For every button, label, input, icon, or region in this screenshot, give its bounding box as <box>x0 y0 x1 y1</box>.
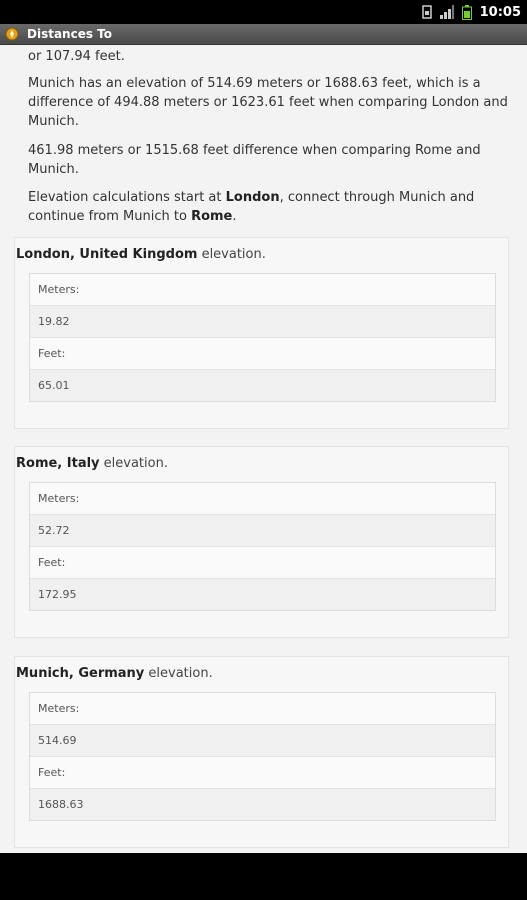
panel-suffix: elevation. <box>197 247 266 262</box>
intro-paragraph-2: 461.98 meters or 1515.68 feet difference… <box>28 143 481 177</box>
system-nav-bar <box>0 853 527 900</box>
panel-suffix: elevation. <box>144 666 213 681</box>
meters-value-row: 19.82 <box>30 305 495 337</box>
meters-value-row: 52.72 <box>30 514 495 546</box>
intro-paragraph-0: or 107.94 feet. <box>28 49 125 64</box>
meters-label-row: Meters: <box>38 702 80 715</box>
elevation-panel-rome: Rome, Italy elevation. Meters: 52.72 Fee… <box>14 446 509 638</box>
p3-end-city: Rome <box>191 209 233 224</box>
status-icons: 10:05 <box>421 0 527 24</box>
intro-paragraph-1: Munich has an elevation of 514.69 meters… <box>28 76 508 129</box>
feet-value-row: 65.01 <box>30 369 495 401</box>
compass-icon <box>5 27 19 41</box>
meters-label-row: Meters: <box>38 492 80 505</box>
meters-label-row: Meters: <box>38 283 80 296</box>
elevation-table: Meters: 52.72 Feet: 172.95 <box>29 482 496 611</box>
battery-icon <box>461 4 472 20</box>
app-title-bar: Distances To <box>0 24 527 45</box>
p3-prefix: Elevation calculations start at <box>28 190 226 205</box>
elevation-table: Meters: 514.69 Feet: 1688.63 <box>29 692 496 821</box>
intro-paragraph-3: Elevation calculations start at London, … <box>28 188 508 226</box>
sim-icon <box>421 5 432 19</box>
panel-suffix: elevation. <box>99 456 168 471</box>
feet-value-row: 1688.63 <box>30 788 495 820</box>
panel-place: London, United Kingdom <box>16 247 198 262</box>
elevation-panel-london: London, United Kingdom elevation. Meters… <box>14 237 509 429</box>
status-bar: 10:05 <box>0 0 527 24</box>
panel-place: Rome, Italy <box>16 456 100 471</box>
feet-label-row: Feet: <box>30 546 495 578</box>
panel-title: Rome, Italy elevation. <box>16 456 168 471</box>
panel-title: Munich, Germany elevation. <box>16 666 213 681</box>
panel-place: Munich, Germany <box>16 666 145 681</box>
signal-icon <box>439 5 454 19</box>
feet-label-row: Feet: <box>30 337 495 369</box>
feet-label-row: Feet: <box>30 756 495 788</box>
elevation-table: Meters: 19.82 Feet: 65.01 <box>29 273 496 402</box>
panel-title: London, United Kingdom elevation. <box>16 247 266 262</box>
clock: 10:05 <box>479 4 521 20</box>
p3-start-city: London <box>225 190 280 205</box>
p3-suffix: . <box>232 209 237 224</box>
app-title: Distances To <box>27 27 113 41</box>
content-area[interactable]: or 107.94 feet. Munich has an elevation … <box>0 45 527 853</box>
feet-value-row: 172.95 <box>30 578 495 610</box>
elevation-panel-munich: Munich, Germany elevation. Meters: 514.6… <box>14 656 509 848</box>
meters-value-row: 514.69 <box>30 724 495 756</box>
